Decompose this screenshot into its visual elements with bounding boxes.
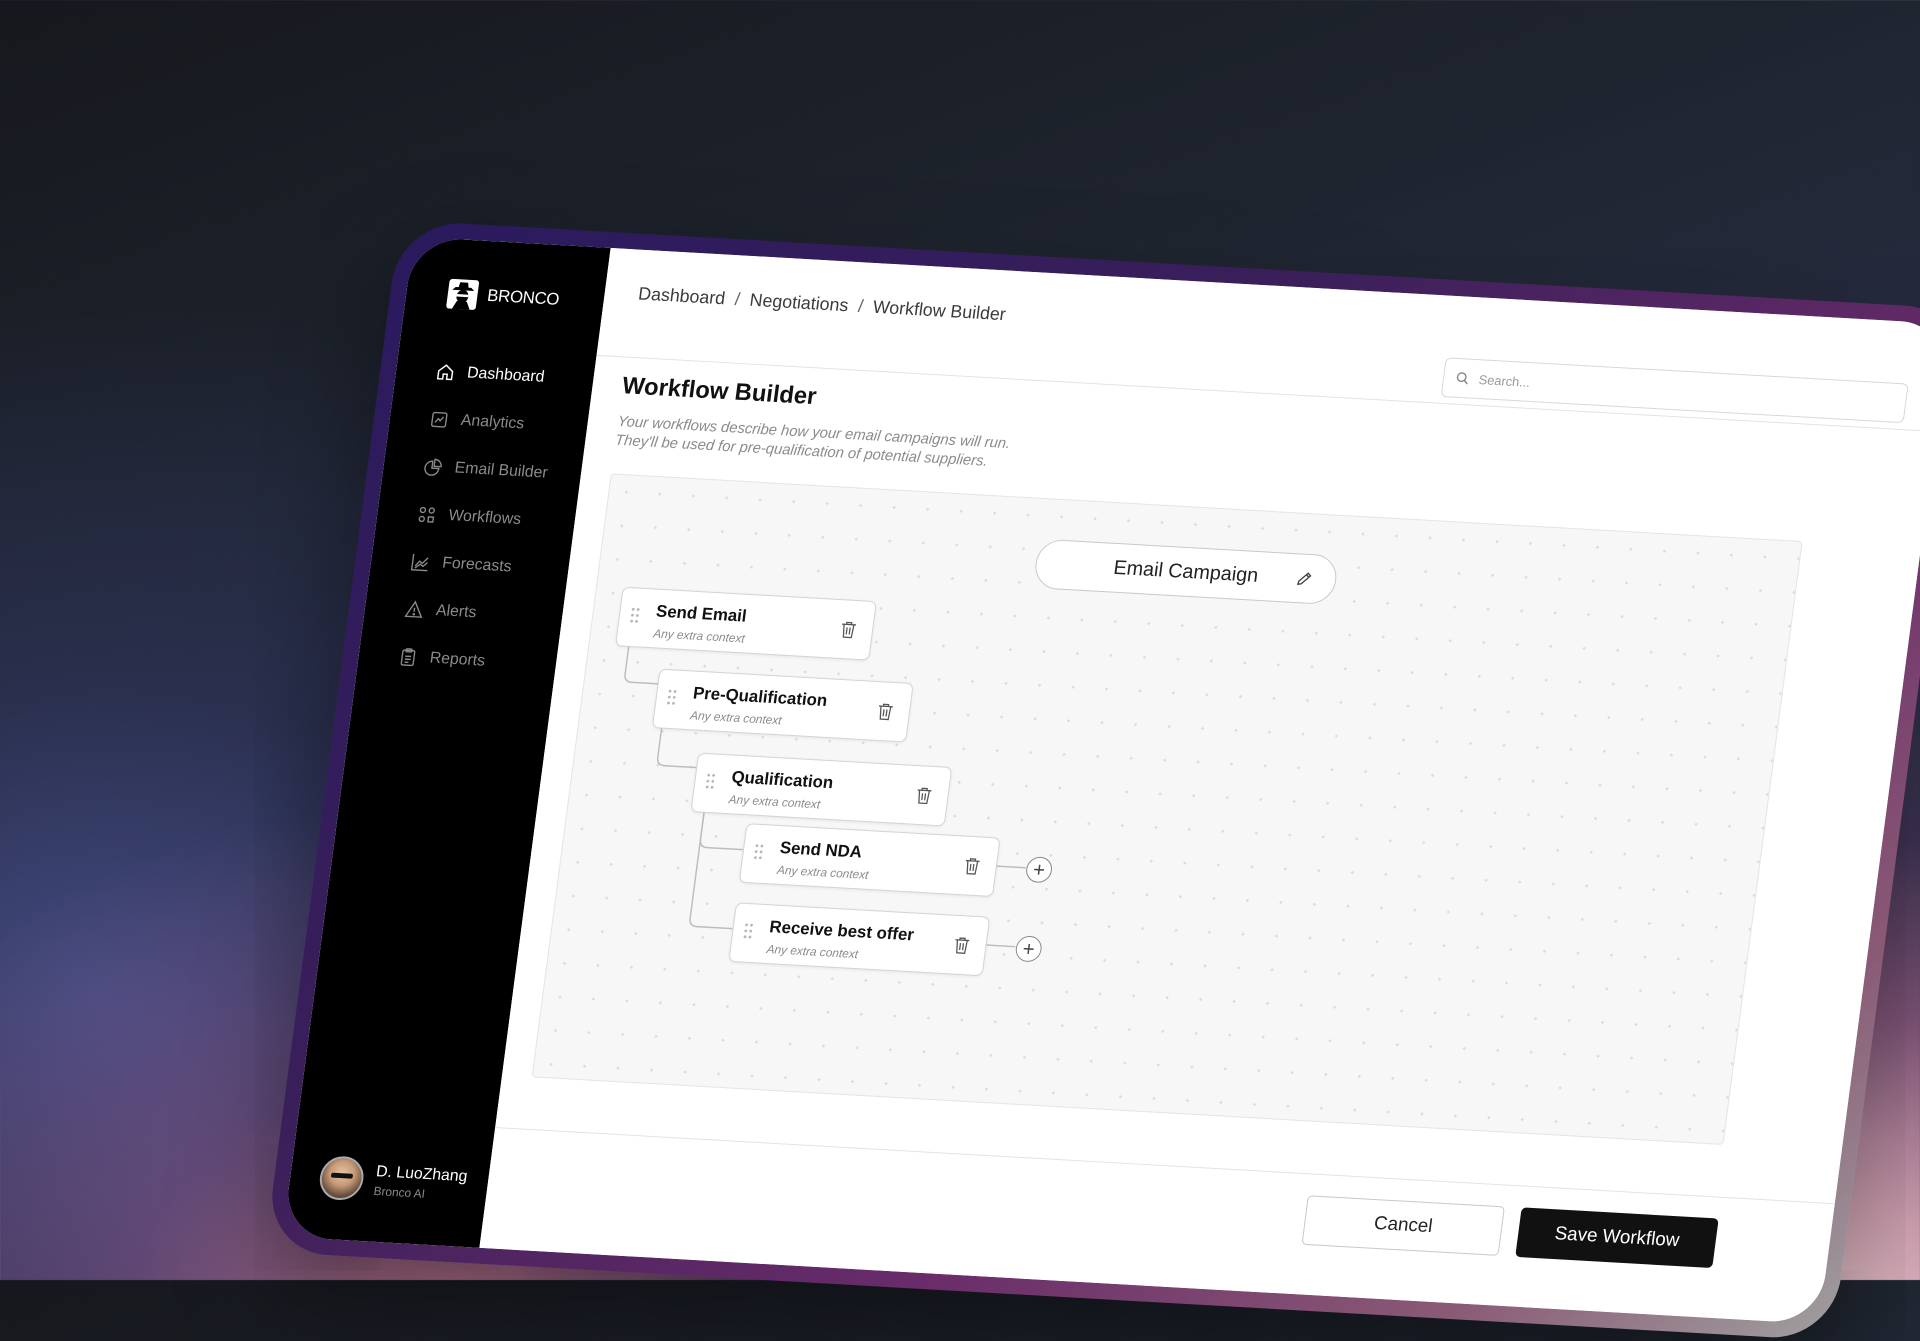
trash-icon[interactable] — [963, 857, 981, 876]
search-box[interactable] — [1440, 357, 1909, 424]
drag-handle-icon[interactable] — [629, 606, 641, 624]
sidebar-item-label: Workflows — [447, 507, 523, 529]
workflow-node-pre-qualification[interactable]: Pre-Qualification Any extra context — [651, 668, 914, 743]
node-subtitle: Any extra context — [689, 708, 783, 728]
breadcrumb: Dashboard / Negotiations / Workflow Builder — [637, 284, 1007, 326]
app-window: BRONCO Dashboard Analytics Email Builder — [282, 236, 1920, 1324]
sidebar-item-label: Reports — [428, 649, 487, 670]
node-title: Pre-Qualification — [691, 683, 829, 710]
sidebar-item-label: Analytics — [459, 412, 526, 433]
page-title: Workflow Builder — [620, 372, 819, 411]
trash-icon[interactable] — [915, 786, 933, 805]
brand-name: BRONCO — [486, 285, 561, 309]
user-name: D. LuoZhang — [375, 1162, 469, 1185]
node-title: Send Email — [655, 601, 748, 626]
user-org: Bronco AI — [372, 1183, 426, 1201]
drag-handle-icon[interactable] — [753, 843, 765, 861]
sidebar-item-reports[interactable]: Reports — [356, 631, 559, 690]
plus-icon — [1023, 943, 1034, 954]
plus-icon — [1034, 864, 1045, 875]
breadcrumb-separator: / — [733, 288, 742, 310]
drag-handle-icon[interactable] — [742, 922, 754, 940]
campaign-title-pill[interactable]: Email Campaign — [1032, 538, 1340, 606]
line-chart-icon — [410, 553, 429, 572]
node-title: Send NDA — [778, 838, 864, 862]
node-subtitle: Any extra context — [765, 942, 859, 962]
pencil-icon[interactable] — [1295, 569, 1315, 588]
trash-icon[interactable] — [839, 620, 857, 639]
sidebar-item-label: Email Builder — [453, 459, 549, 482]
sidebar-item-label: Alerts — [434, 602, 478, 622]
add-step-button[interactable] — [1014, 935, 1044, 963]
cancel-button[interactable]: Cancel — [1301, 1195, 1505, 1256]
search-icon — [1456, 372, 1468, 385]
user-profile[interactable]: D. LuoZhang Bronco AI — [317, 1155, 469, 1207]
save-workflow-button[interactable]: Save Workflow — [1515, 1207, 1719, 1269]
workflow-canvas[interactable]: Email Campaign Send Email Any extra cont… — [531, 473, 1803, 1146]
tablet-device: BRONCO Dashboard Analytics Email Builder — [264, 220, 1920, 1341]
node-title: Qualification — [730, 767, 835, 793]
breadcrumb-negotiations[interactable]: Negotiations — [749, 290, 850, 315]
node-subtitle: Any extra context — [776, 862, 870, 882]
workflow-icon — [418, 506, 435, 523]
user-info: D. LuoZhang Bronco AI — [373, 1163, 469, 1203]
clipboard-icon — [400, 648, 416, 667]
trash-icon[interactable] — [953, 936, 971, 955]
drag-handle-icon[interactable] — [666, 688, 678, 706]
breadcrumb-workflow-builder: Workflow Builder — [871, 296, 1008, 325]
cowboy-logo-icon — [446, 278, 480, 310]
trash-icon[interactable] — [876, 702, 894, 721]
page-description: Your workflows describe how your email c… — [614, 412, 1011, 472]
workflow-node-send-nda[interactable]: Send NDA Any extra context — [738, 823, 1001, 898]
workflow-node-receive-best-offer[interactable]: Receive best offer Any extra context — [728, 902, 991, 977]
add-step-button[interactable] — [1024, 856, 1054, 884]
search-input[interactable] — [1475, 370, 1895, 412]
workflow-node-send-email[interactable]: Send Email Any extra context — [614, 586, 877, 661]
drag-handle-icon[interactable] — [704, 772, 716, 790]
node-title: Receive best offer — [768, 917, 916, 945]
breadcrumb-separator: / — [856, 295, 865, 317]
pie-chart-icon — [424, 458, 442, 476]
home-icon — [436, 364, 454, 381]
breadcrumb-dashboard[interactable]: Dashboard — [637, 284, 726, 309]
campaign-title: Email Campaign — [1112, 556, 1260, 587]
node-subtitle: Any extra context — [727, 792, 822, 812]
brand-logo[interactable]: BRONCO — [404, 237, 610, 319]
avatar — [317, 1155, 367, 1202]
analytics-icon — [431, 411, 448, 428]
sidebar-item-label: Dashboard — [466, 364, 546, 386]
sidebar-item-label: Forecasts — [441, 554, 513, 576]
node-subtitle: Any extra context — [652, 626, 746, 646]
alert-icon — [404, 600, 423, 618]
workflow-node-qualification[interactable]: Qualification Any extra context — [690, 752, 953, 827]
main-content: Dashboard / Negotiations / Workflow Builder … — [479, 247, 1920, 1324]
